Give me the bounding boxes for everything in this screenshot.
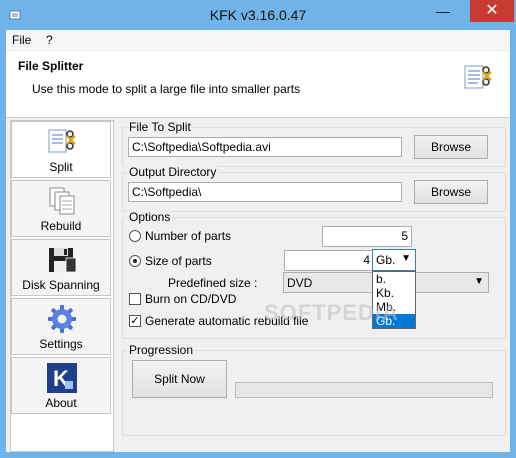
unit-dropdown[interactable]: Gb. ▼ bbox=[372, 249, 416, 271]
title-bar[interactable]: KFK v3.16.0.47 — ✕ bbox=[0, 0, 516, 30]
browse-directory-button[interactable]: Browse bbox=[414, 180, 488, 204]
number-of-parts-input[interactable]: 5 bbox=[322, 226, 412, 247]
gear-icon bbox=[48, 305, 76, 333]
number-of-parts-label: Number of parts bbox=[145, 229, 232, 243]
close-button[interactable]: ✕ bbox=[470, 0, 514, 22]
mode-header: File Splitter Use this mode to split a l… bbox=[6, 51, 510, 118]
sidebar-item-split[interactable]: Split bbox=[11, 121, 111, 178]
file-to-split-input[interactable]: C:\Softpedia\Softpedia.avi bbox=[128, 137, 402, 157]
group-label: File To Split bbox=[127, 120, 193, 134]
split-icon bbox=[464, 65, 492, 89]
floppy-disk-icon bbox=[49, 248, 77, 273]
sidebar-item-label: About bbox=[45, 396, 77, 410]
split-now-button[interactable]: Split Now bbox=[132, 360, 227, 398]
chevron-down-icon: ▼ bbox=[401, 253, 411, 264]
group-label: Progression bbox=[127, 343, 196, 357]
rebuild-icon bbox=[49, 187, 75, 215]
browse-file-button[interactable]: Browse bbox=[414, 135, 488, 159]
sidebar-item-label: Rebuild bbox=[40, 219, 82, 233]
sidebar-item-settings[interactable]: Settings bbox=[11, 298, 111, 355]
unit-option-kb[interactable]: Kb. bbox=[373, 286, 415, 300]
unit-dropdown-value: Gb. bbox=[376, 253, 396, 267]
sidebar-item-rebuild[interactable]: Rebuild bbox=[11, 180, 111, 237]
mode-description: Use this mode to split a large file into… bbox=[32, 82, 301, 96]
app-window: KFK v3.16.0.47 — ✕ File ? File Splitter … bbox=[0, 0, 516, 458]
chevron-down-icon: ▼ bbox=[474, 276, 484, 287]
predefined-size-value: DVD bbox=[287, 276, 313, 290]
size-of-parts-input[interactable]: 4 bbox=[284, 250, 374, 271]
sidebar-item-label: Disk Spanning bbox=[22, 278, 100, 292]
progress-bar bbox=[235, 382, 493, 398]
watermark: SOFTPEDIA bbox=[264, 300, 399, 325]
group-label: Output Directory bbox=[127, 165, 219, 179]
menu-file[interactable]: File bbox=[12, 33, 31, 47]
burn-cd-checkbox[interactable] bbox=[129, 293, 141, 305]
generate-rebuild-checkbox[interactable]: ✓ bbox=[129, 315, 141, 327]
menu-bar: File ? bbox=[6, 30, 510, 50]
number-of-parts-radio[interactable] bbox=[129, 230, 141, 242]
sidebar-item-label: Settings bbox=[39, 337, 83, 351]
menu-help[interactable]: ? bbox=[46, 33, 53, 47]
size-of-parts-radio[interactable] bbox=[129, 255, 141, 267]
kfk-logo-icon: K bbox=[47, 363, 77, 393]
size-of-parts-label: Size of parts bbox=[145, 254, 212, 268]
predefined-size-label: Predefined size : bbox=[168, 276, 258, 290]
unit-option-b[interactable]: b. bbox=[373, 272, 415, 286]
split-icon bbox=[48, 129, 76, 153]
sidebar-item-disk-spanning[interactable]: Disk Spanning bbox=[11, 239, 111, 296]
group-label: Options bbox=[127, 210, 173, 224]
minimize-button[interactable]: — bbox=[430, 0, 456, 22]
client-area: File ? File Splitter Use this mode to sp… bbox=[6, 30, 510, 452]
mode-sidebar: Split Rebuild Disk Spanning Settings K A… bbox=[10, 120, 114, 452]
output-directory-input[interactable]: C:\Softpedia\ bbox=[128, 182, 402, 202]
mode-title: File Splitter bbox=[18, 59, 84, 73]
sidebar-item-about[interactable]: K About bbox=[11, 357, 111, 414]
burn-cd-label: Burn on CD/DVD bbox=[145, 292, 237, 306]
sidebar-item-label: Split bbox=[49, 160, 73, 174]
